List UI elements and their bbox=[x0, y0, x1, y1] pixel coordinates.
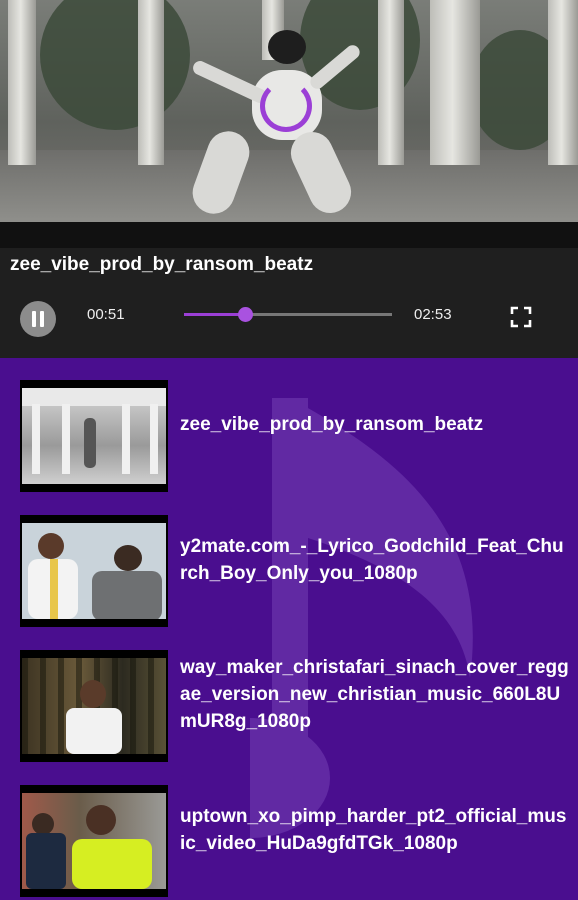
list-item-title: zee_vibe_prod_by_ransom_beatz bbox=[180, 414, 484, 435]
video-thumbnail[interactable] bbox=[20, 650, 168, 762]
video-thumbnail[interactable] bbox=[20, 785, 168, 897]
video-thumbnail[interactable] bbox=[20, 380, 168, 492]
playlist: zee_vibe_prod_by_ransom_beatz y2mate.com… bbox=[0, 358, 578, 900]
fullscreen-icon[interactable] bbox=[510, 306, 532, 328]
video-surface[interactable] bbox=[0, 0, 578, 248]
total-duration: 02:53 bbox=[414, 306, 452, 323]
seek-bar-progress bbox=[184, 313, 246, 316]
now-playing-title: zee_vibe_prod_by_ransom_beatz bbox=[10, 254, 314, 275]
player-controls: zee_vibe_prod_by_ransom_beatz 00:51 02:5… bbox=[0, 248, 578, 358]
seek-bar[interactable] bbox=[184, 307, 392, 322]
loading-spinner-icon bbox=[260, 80, 312, 132]
list-item-title: uptown_xo_pimp_harder_pt2_official_music… bbox=[180, 806, 567, 854]
video-thumbnail[interactable] bbox=[20, 515, 168, 627]
pause-button[interactable] bbox=[20, 301, 56, 337]
elapsed-time: 00:51 bbox=[87, 306, 125, 323]
pause-icon bbox=[32, 311, 36, 327]
list-item-title: y2mate.com_-_Lyrico_Godchild_Feat_Church… bbox=[180, 536, 564, 584]
list-item-title: way_maker_christafari_sinach_cover_regga… bbox=[180, 657, 569, 732]
seek-bar-thumb[interactable] bbox=[238, 307, 254, 322]
